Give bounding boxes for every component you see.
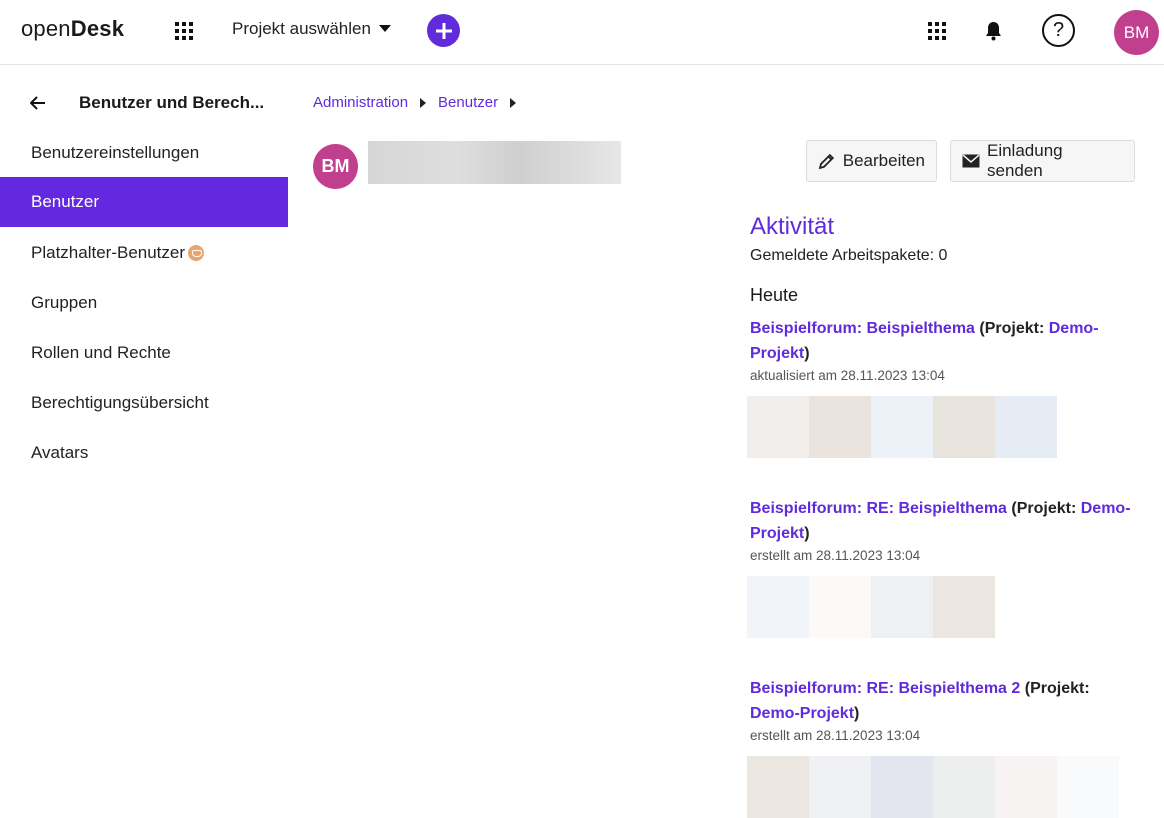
apps-menu-icon[interactable] [928, 22, 946, 40]
project-suffix: ) [804, 345, 810, 362]
breadcrumb-separator-icon [420, 97, 427, 108]
project-suffix: ) [854, 705, 860, 722]
back-arrow-icon[interactable] [29, 96, 46, 115]
project-prefix: (Projekt: [1020, 680, 1090, 697]
attachment-thumbnail[interactable] [1057, 756, 1119, 818]
sidebar-item-platzhalter-benutzer[interactable]: Platzhalter-Benutzer [0, 228, 288, 278]
forum-topic-link[interactable]: Beispielforum: Beispielthema [750, 320, 975, 337]
attachment-thumbnail[interactable] [809, 756, 871, 818]
sidebar-title: Benutzer und Berech... [79, 93, 265, 112]
sidebar-item-label: Benutzereinstellungen [31, 143, 200, 162]
reported-work-packages: Gemeldete Arbeitspakete: 0 [750, 247, 948, 264]
user-avatar: BM [313, 144, 358, 189]
attachment-thumbnail[interactable] [747, 396, 809, 458]
caret-down-icon [378, 24, 391, 32]
sidebar-item-label: Avatars [31, 443, 89, 462]
sidebar-item-rollen-und-rechte[interactable]: Rollen und Rechte [0, 328, 288, 378]
thumbnail-row [747, 576, 1140, 638]
breadcrumb: Administration Benutzer [313, 94, 517, 111]
sidebar-item-avatars[interactable]: Avatars [0, 428, 288, 478]
envelope-icon [962, 154, 980, 168]
sidebar-item-berechtigungsuebersicht[interactable]: Berechtigungsübersicht [0, 378, 288, 428]
sidebar-item-label: Rollen und Rechte [31, 343, 171, 362]
activity-entry-meta: erstellt am 28.11.2023 13:04 [750, 548, 921, 563]
breadcrumb-separator-icon [510, 97, 517, 108]
activity-section: Aktivität Gemeldete Arbeitspakete: 0 Heu… [750, 213, 1140, 306]
avatar-initials: BM [1123, 22, 1150, 42]
send-invitation-button[interactable]: Einladung senden [950, 140, 1135, 182]
project-link[interactable]: Demo-Projekt [750, 705, 854, 722]
activity-entry-title: Beispielforum: Beispielthema (Projekt: D… [750, 316, 1140, 366]
attachment-thumbnail[interactable] [747, 756, 809, 818]
attachment-thumbnail[interactable] [995, 396, 1057, 458]
edit-button-label: Bearbeiten [842, 151, 925, 170]
user-avatar-initials: BM [321, 156, 350, 176]
sidebar: Benutzer und Berech... Benutzereinstellu… [0, 65, 288, 815]
attachment-thumbnail[interactable] [995, 756, 1057, 818]
sidebar-item-benutzereinstellungen[interactable]: Benutzereinstellungen [0, 128, 288, 178]
attachment-thumbnail[interactable] [871, 396, 933, 458]
notification-bell-icon[interactable] [984, 21, 1003, 46]
help-icon: ? [1052, 19, 1065, 41]
send-invitation-label: Einladung senden [986, 141, 1063, 180]
sidebar-item-label: Gruppen [31, 293, 98, 312]
attachment-thumbnail[interactable] [933, 756, 995, 818]
forum-topic-link[interactable]: Beispielforum: RE: Beispielthema [750, 500, 1007, 517]
attachment-thumbnail[interactable] [809, 576, 871, 638]
project-select-label: Projekt auswählen [232, 19, 371, 38]
sidebar-item-label: Berechtigungsübersicht [31, 393, 209, 412]
user-name-redacted [368, 141, 621, 184]
sidebar-item-label: Platzhalter-Benutzer [31, 243, 186, 262]
help-button[interactable]: ? [1042, 14, 1075, 47]
activity-title: Aktivität [750, 213, 835, 240]
sidebar-item-benutzer[interactable]: Benutzer [0, 177, 288, 227]
activity-day-heading: Heute [750, 285, 799, 305]
breadcrumb-administration[interactable]: Administration [313, 94, 408, 111]
forum-topic-link[interactable]: Beispielforum: RE: Beispielthema 2 [750, 680, 1020, 697]
activity-entry: Beispielforum: RE: Beispielthema 2 (Proj… [747, 676, 1140, 818]
attachment-thumbnail[interactable] [871, 576, 933, 638]
project-prefix: (Projekt: [1006, 500, 1081, 517]
user-avatar-menu[interactable]: BM [1114, 10, 1159, 55]
create-plus-button[interactable] [427, 14, 460, 47]
attachment-thumbnail[interactable] [809, 396, 871, 458]
thumbnail-row [747, 396, 1140, 458]
app-grid-icon[interactable] [175, 22, 193, 40]
attachment-thumbnail[interactable] [933, 396, 995, 458]
activity-entry-title: Beispielforum: RE: Beispielthema 2 (Proj… [750, 676, 1140, 726]
sidebar-item-label: Benutzer [31, 192, 100, 211]
project-suffix: ) [804, 525, 810, 542]
top-header: openDesk Projekt auswählen ? BM [0, 0, 1164, 65]
plus-icon [435, 22, 452, 39]
attachment-thumbnail[interactable] [871, 756, 933, 818]
attachment-thumbnail[interactable] [933, 576, 995, 638]
activity-entry-meta: erstellt am 28.11.2023 13:04 [750, 728, 921, 743]
enterprise-badge-icon [188, 245, 205, 261]
project-select-dropdown[interactable]: Projekt auswählen [232, 19, 391, 39]
thumbnail-row [747, 756, 1140, 818]
opendesk-logo[interactable]: openDesk [21, 16, 124, 42]
pencil-icon [818, 153, 835, 170]
activity-entry: Beispielforum: RE: Beispielthema (Projek… [747, 496, 1140, 638]
activity-entry-meta: aktualisiert am 28.11.2023 13:04 [750, 368, 945, 383]
project-prefix: (Projekt: [974, 320, 1049, 337]
activity-entry: Beispielforum: Beispielthema (Projekt: D… [747, 316, 1140, 458]
activity-entry-title: Beispielforum: RE: Beispielthema (Projek… [750, 496, 1140, 546]
edit-button[interactable]: Bearbeiten [806, 140, 937, 182]
breadcrumb-benutzer[interactable]: Benutzer [438, 94, 498, 111]
attachment-thumbnail[interactable] [747, 576, 809, 638]
sidebar-item-gruppen[interactable]: Gruppen [0, 278, 288, 328]
